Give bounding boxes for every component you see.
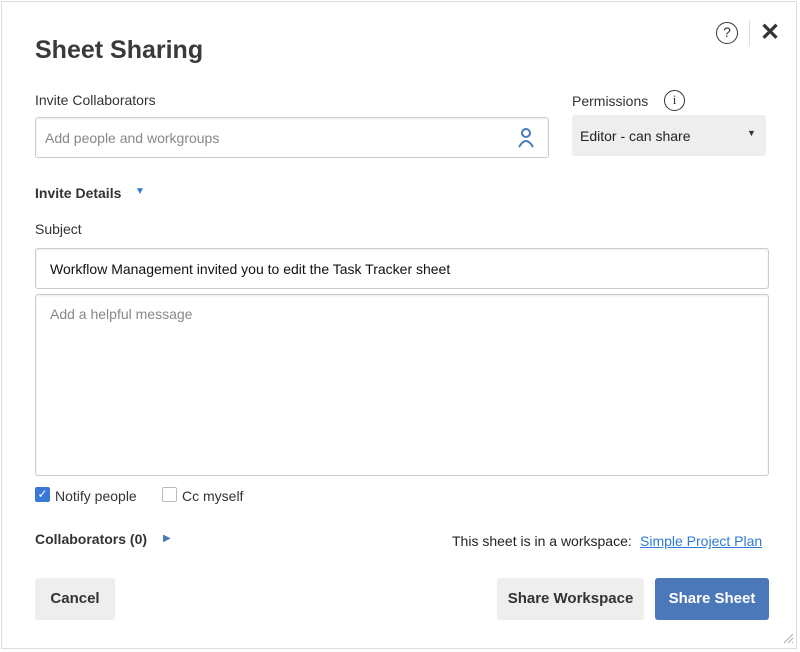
workspace-text: This sheet is in a workspace: [452,533,632,549]
cc-myself-label[interactable]: Cc myself [182,488,243,504]
subject-label: Subject [35,221,82,237]
info-icon[interactable]: i [664,90,685,111]
cc-myself-checkbox[interactable] [162,487,177,502]
caret-right-icon[interactable]: ▶ [163,533,171,544]
message-placeholder: Add a helpful message [50,306,193,322]
invite-details-toggle[interactable]: Invite Details [35,185,121,201]
add-people-input[interactable]: Add people and workgroups [35,117,549,158]
dialog-title: Sheet Sharing [35,36,204,64]
dropdown-caret-icon: ▼ [747,128,756,138]
permissions-select[interactable]: Editor - can share ▼ [572,115,766,156]
notify-people-checkbox[interactable]: ✓ [35,487,50,502]
close-icon[interactable]: ✕ [760,18,780,47]
share-sheet-button[interactable]: Share Sheet [655,578,769,620]
permissions-label: Permissions [572,93,649,109]
help-icon[interactable]: ? [716,22,738,44]
sheet-sharing-dialog: Sheet Sharing ? ✕ Invite Collaborators A… [1,1,797,649]
share-workspace-button[interactable]: Share Workspace [497,578,644,620]
collaborators-toggle[interactable]: Collaborators (0) [35,531,147,547]
subject-value: Workflow Management invited you to edit … [50,261,451,277]
resize-handle-icon[interactable] [782,632,794,644]
permissions-value: Editor - can share [580,128,691,144]
person-icon[interactable] [516,127,536,149]
invite-collaborators-label: Invite Collaborators [35,92,156,108]
workspace-link[interactable]: Simple Project Plan [640,533,762,549]
divider [749,20,750,46]
add-people-placeholder: Add people and workgroups [45,130,220,146]
subject-input[interactable]: Workflow Management invited you to edit … [35,248,769,289]
caret-down-icon[interactable]: ▼ [135,186,145,197]
cancel-button[interactable]: Cancel [35,578,115,620]
notify-people-label[interactable]: Notify people [55,488,137,504]
message-textarea[interactable]: Add a helpful message [35,294,769,476]
